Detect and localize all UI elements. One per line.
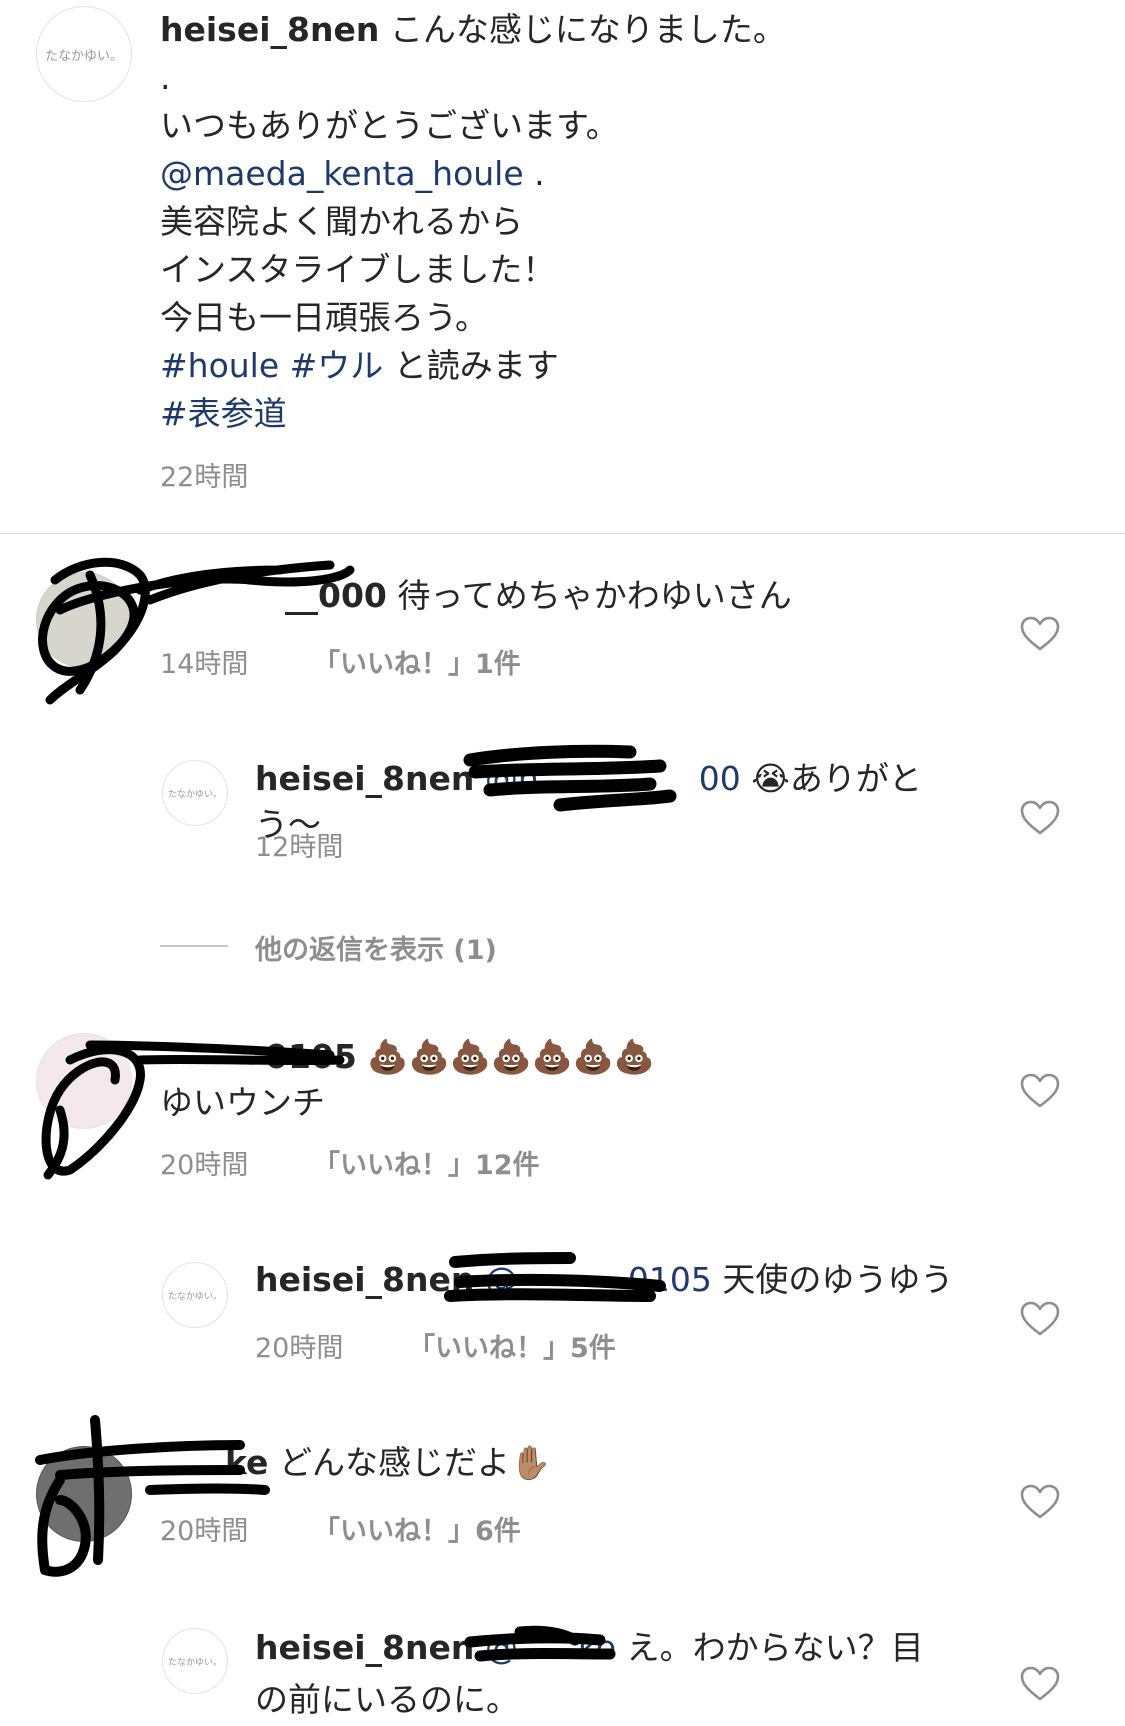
comment-time: 14時間: [160, 649, 249, 680]
reply-username[interactable]: heisei_8nen: [255, 1628, 474, 1667]
like-heart-icon[interactable]: [1020, 1301, 1060, 1337]
caption-line-thanks: いつもありがとうございます。: [160, 106, 619, 145]
caption-line-salon: 美容院よく聞かれるから: [160, 202, 523, 241]
comment-meta: 20時間 「いいね！」6件: [160, 1509, 521, 1548]
comment-avatar[interactable]: [36, 572, 132, 668]
view-more-replies[interactable]: 他の返信を表示 (1): [255, 928, 497, 967]
reply-time: 12時間: [255, 832, 344, 863]
avatar-handwriting: たなかゆい。: [167, 789, 222, 800]
comment-time: 20時間: [160, 1516, 249, 1547]
raised-hand-emoji: ✋🏽: [509, 1443, 552, 1482]
post-timestamp: 22時間: [160, 462, 249, 493]
comment-avatar[interactable]: [36, 1033, 132, 1129]
reply-mention-start: @: [484, 1628, 518, 1667]
comment-avatar[interactable]: [36, 1446, 132, 1542]
reply-mention-end: ke: [577, 1628, 617, 1667]
comment-text: ゆいウンチ: [160, 1083, 325, 1122]
comment-username[interactable]: __000: [285, 576, 387, 615]
caption-line-today: 今日も一日頑張ろう。: [160, 298, 489, 337]
comment-meta: 20時間 「いいね！」12件: [160, 1143, 540, 1182]
view-more-line: [160, 945, 228, 947]
reply-username[interactable]: heisei_8nen: [255, 759, 474, 798]
hashtag-houle[interactable]: #houle: [160, 346, 279, 385]
hashtag-omotesando[interactable]: #表参道: [160, 394, 287, 433]
reply-author-avatar[interactable]: たなかゆい。: [162, 760, 228, 826]
caption-line-live: インスタライブしました！: [160, 250, 556, 289]
comment-likes-count[interactable]: 「いいね！」12件: [313, 1150, 540, 1181]
reply-time: 20時間: [255, 1333, 344, 1364]
comment-username[interactable]: 0105: [265, 1037, 357, 1076]
comment-row: __000 待ってめちゃかわゆいさん: [160, 573, 940, 619]
reply-mention-start: @n: [484, 759, 539, 798]
reply-row: heisei_8nen @n 00 😭ありがとう〜: [255, 756, 975, 848]
avatar-handwriting: たなかゆい。: [44, 48, 123, 64]
avatar-handwriting: たなかゆい。: [167, 1291, 222, 1302]
reply-mention-start: @: [484, 1260, 518, 1299]
reply-meta: 20時間 「いいね！」5件: [255, 1326, 616, 1365]
caption-mention-link[interactable]: @maeda_kenta_houle: [160, 154, 524, 193]
post-author-avatar[interactable]: たなかゆい。: [36, 6, 132, 102]
post-author-username[interactable]: heisei_8nen: [160, 10, 379, 49]
reply-mention-end: 0105: [627, 1260, 712, 1299]
reply-author-avatar[interactable]: たなかゆい。: [162, 1628, 228, 1694]
comment-likes-count[interactable]: 「いいね！」1件: [313, 649, 521, 680]
section-divider: [0, 533, 1125, 534]
like-heart-icon[interactable]: [1020, 1073, 1060, 1109]
caption-mention-suffix: .: [523, 154, 545, 193]
reply-mention[interactable]: @0105: [485, 1260, 712, 1299]
reply-username[interactable]: heisei_8nen: [255, 1260, 474, 1299]
reply-mention[interactable]: @ ke: [485, 1628, 616, 1667]
comment-text: 待ってめちゃかわゆいさん: [397, 576, 792, 615]
post-caption: heisei_8nen こんな感じになりました。 . いつもありがとうございます…: [160, 6, 1060, 438]
poop-emoji-row: 💩💩💩💩💩💩💩: [367, 1037, 655, 1076]
comment-meta: 14時間 「いいね！」1件: [160, 642, 521, 681]
comment-row: 0105 💩💩💩💩💩💩💩 ゆいウンチ: [160, 1034, 940, 1126]
comment-row: ke どんな感じだよ✋🏽: [160, 1440, 940, 1486]
caption-reading-note: と読みます: [383, 346, 559, 385]
comment-time: 20時間: [160, 1150, 249, 1181]
comment-username[interactable]: ke: [225, 1443, 268, 1482]
reply-likes-count[interactable]: 「いいね！」5件: [408, 1333, 616, 1364]
comment-text: どんな感じだよ: [278, 1443, 510, 1482]
caption-dot: .: [160, 58, 171, 97]
reply-mention[interactable]: @n 00: [485, 759, 741, 798]
like-heart-icon[interactable]: [1020, 616, 1060, 652]
like-heart-icon[interactable]: [1020, 1484, 1060, 1520]
crying-emoji: 😭: [751, 759, 790, 798]
reply-row: heisei_8nen @ ke え。わからない？目の前にいるのに。: [255, 1622, 955, 1726]
hashtag-uru[interactable]: #ウル: [290, 346, 384, 385]
reply-row: heisei_8nen @0105 天使のゆうゆう: [255, 1257, 975, 1303]
caption-first-line: こんな感じになりました。: [389, 10, 786, 49]
reply-text: 天使のゆうゆう: [722, 1260, 954, 1299]
reply-author-avatar[interactable]: たなかゆい。: [162, 1262, 228, 1328]
avatar-handwriting: たなかゆい。: [167, 1657, 222, 1668]
like-heart-icon[interactable]: [1020, 1666, 1060, 1702]
reply-mention-end: 00: [698, 759, 741, 798]
reply-meta: 12時間: [255, 825, 343, 864]
like-heart-icon[interactable]: [1020, 800, 1060, 836]
comment-likes-count[interactable]: 「いいね！」6件: [313, 1516, 521, 1547]
